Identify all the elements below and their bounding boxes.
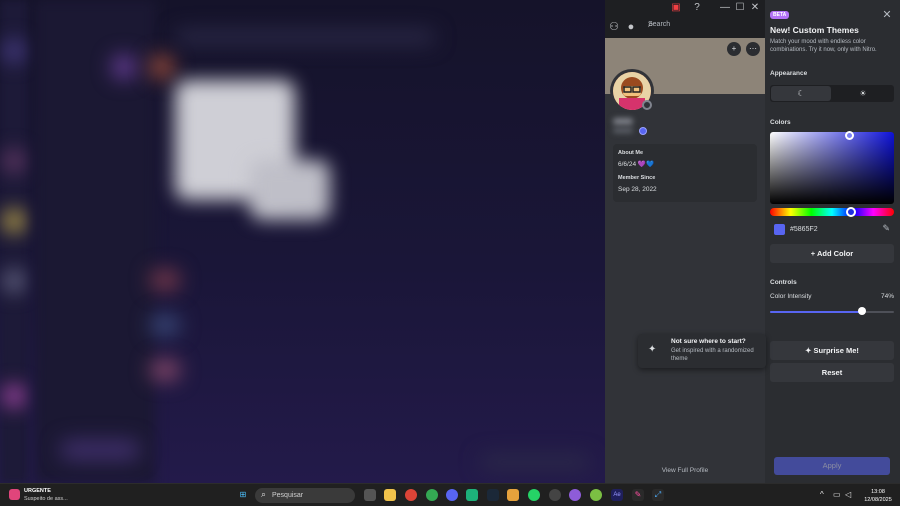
news-widget-icon[interactable] [9,489,20,500]
hue-slider-handle[interactable] [846,207,856,217]
app-icon-lime[interactable] [590,489,602,501]
themes-title: New! Custom Themes [770,25,859,35]
colors-label: Colors [770,119,791,126]
chrome-profile-icon[interactable] [426,489,438,501]
color-picker-handle[interactable] [845,131,854,140]
surprise-me-button[interactable]: ✦ Surprise Me! [770,341,894,360]
network-icon[interactable]: ▭ [833,490,841,499]
start-menu-icon[interactable]: ⊞ [237,489,249,501]
close-window-button[interactable]: ✕ [748,2,762,14]
controls-label: Controls [770,279,797,286]
minimize-button[interactable]: — [718,2,732,14]
search-icon: ⌕ [261,489,267,499]
color-gradient-picker[interactable] [770,132,894,204]
file-explorer-icon[interactable] [384,489,396,501]
tooltip-title: Not sure where to start? [671,338,746,345]
intensity-slider[interactable] [770,311,894,313]
app-icon-green[interactable] [466,489,478,501]
taskbar-search-input[interactable]: ⌕ Pesquisar [255,488,355,503]
eyedropper-icon[interactable]: ✎ [882,223,890,234]
app-icon-shield[interactable] [507,489,519,501]
tray-chevron-icon[interactable]: ^ [820,490,824,499]
appearance-toggle: ☾ ☀ [770,85,894,102]
moon-icon: ☾ [797,89,805,98]
clock-time: 13:08 [871,489,885,495]
intensity-slider-fill [770,311,862,313]
user-profile-icon[interactable]: ● [624,20,638,34]
hue-slider[interactable] [770,208,894,216]
about-me-value: 6/6/24 💜💙 [618,161,655,168]
color-swatch[interactable] [774,224,785,235]
custom-themes-panel: BETA ✕ New! Custom Themes Match your moo… [765,0,900,483]
member-since-label: Member Since [618,175,656,181]
help-icon[interactable]: ? [690,2,704,14]
close-icon[interactable]: ✕ [881,9,893,21]
suggestion-tooltip: ✦ Not sure where to start? Get inspired … [638,334,766,368]
members-icon[interactable]: ⚇ [607,20,621,34]
add-friend-icon[interactable]: + [727,42,741,56]
screen-share-icon[interactable]: ▣ [669,2,683,14]
tooltip-text: Get inspired with a randomized theme [671,348,754,362]
search-input[interactable]: Search ⌕ [645,19,760,35]
steam-icon[interactable] [487,489,499,501]
about-me-card: About Me 6/6/24 💜💙 Member Since Sep 28, … [613,144,757,202]
chrome-icon[interactable] [405,489,417,501]
taskbar-search-placeholder: Pesquisar [272,492,304,499]
magic-wand-icon: ✦ [648,344,657,355]
about-me-label: About Me [618,150,644,156]
search-icon: ⌕ [648,19,654,30]
beta-badge: BETA [770,11,790,19]
windows-taskbar: URGENTE Suspeito de ass... ⊞ ⌕ Pesquisar… [0,483,900,506]
username-blurred [613,128,633,133]
member-since-value: Sep 28, 2022 [618,186,657,193]
view-full-profile-link[interactable]: View Full Profile [605,467,765,474]
desktop-screen: ▣ ? — ☐ ✕ ⚇ ● Search ⌕ + ⋯ About Me 6/6/… [0,0,900,506]
status-icon [642,100,652,110]
volume-icon[interactable]: ◁ [845,490,851,499]
system-clock[interactable]: 13:08 12/08/2025 [860,488,896,504]
intensity-slider-knob[interactable] [857,307,866,315]
badge-icon[interactable] [639,127,647,135]
after-effects-icon[interactable]: Ae [611,489,623,501]
appearance-label: Appearance [770,70,808,77]
whatsapp-icon[interactable] [528,489,540,501]
discord-icon[interactable] [446,489,458,501]
themes-description: Match your mood with endless color combi… [770,39,877,53]
sun-icon: ☀ [859,89,867,98]
color-intensity-label: Color Intensity [770,293,812,300]
news-widget-subtitle[interactable]: Suspeito de ass... [24,496,68,502]
color-intensity-value: 74% [880,293,894,300]
maximize-button[interactable]: ☐ [733,2,747,14]
blurred-background-app [0,0,605,483]
app-icon-pink[interactable]: ✎ [632,489,644,501]
clock-date: 12/08/2025 [864,497,892,503]
news-widget-title[interactable]: URGENTE [24,488,51,494]
app-icon-circle[interactable] [549,489,561,501]
display-name-blurred [613,118,633,125]
hex-value-input[interactable]: #5865F2 [790,226,818,233]
reset-button[interactable]: Reset [770,363,894,382]
user-profile-panel: + ⋯ About Me 6/6/24 💜💙 Member Since Sep … [605,38,765,483]
more-options-icon[interactable]: ⋯ [746,42,760,56]
hex-color-row: #5865F2 ✎ [770,222,894,239]
app-icon-purple[interactable] [569,489,581,501]
task-view-icon[interactable] [364,489,376,501]
light-mode-button[interactable]: ☀ [833,86,893,101]
surprise-me-label: Surprise Me! [813,346,859,355]
window-titlebar: ▣ ? — ☐ ✕ [605,0,765,16]
apply-button[interactable]: Apply [774,457,890,475]
add-color-button[interactable]: + Add Color [770,244,894,263]
app-icon-blue[interactable]: ⤢ [652,489,664,501]
dark-mode-button[interactable]: ☾ [771,86,831,101]
